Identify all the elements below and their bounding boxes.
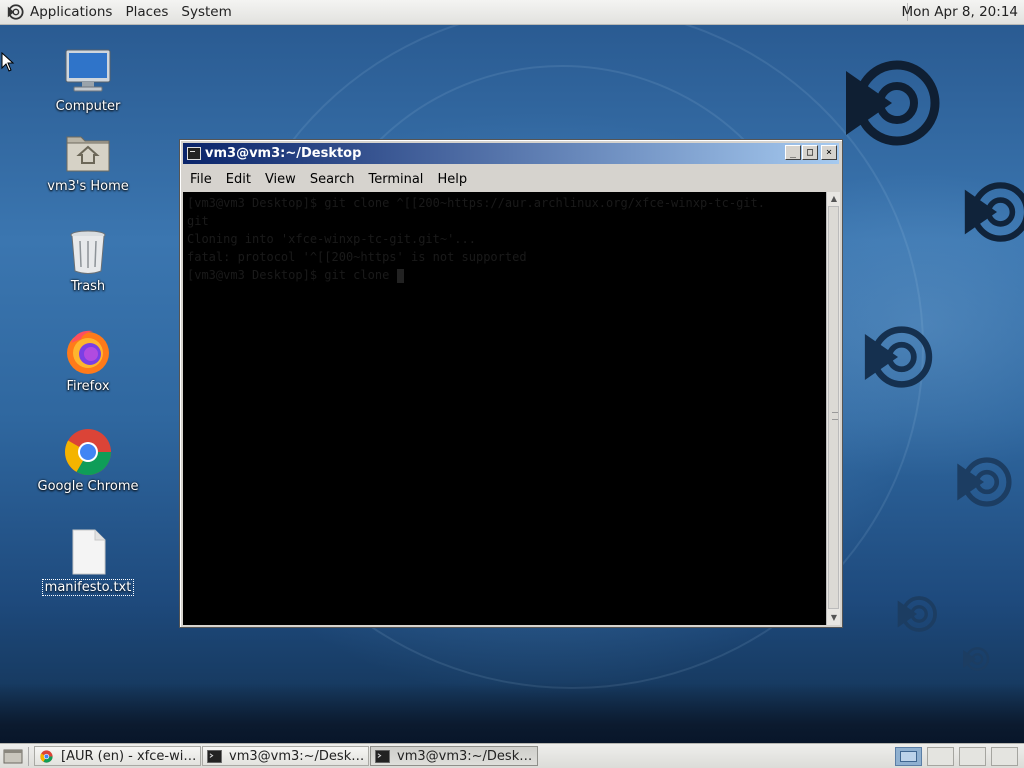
maximize-button[interactable]: □ <box>802 145 818 160</box>
desktop-icon-label: Firefox <box>66 379 110 394</box>
menu-file[interactable]: File <box>183 172 219 187</box>
show-desktop-icon[interactable] <box>3 747 23 765</box>
menu-view[interactable]: View <box>258 172 303 187</box>
terminal-window[interactable]: vm3@vm3:~/Desktop _ □ × File Edit View S… <box>179 139 843 628</box>
desktop-icon-label: Trash <box>70 279 106 294</box>
wallpaper-logo-icon <box>864 326 933 388</box>
desktop-icon-firefox[interactable]: Firefox <box>33 327 143 394</box>
wallpaper-logo-icon <box>964 182 1024 242</box>
menu-terminal[interactable]: Terminal <box>361 172 430 187</box>
taskbar-task-terminal-1[interactable]: vm3@vm3:~/Desktop <box>202 746 369 766</box>
terminal-line: Cloning into 'xfce-winxp-tc-git.git~'... <box>187 232 476 246</box>
wallpaper-logo-icon <box>897 596 937 632</box>
desktop-icon-chrome[interactable]: Google Chrome <box>33 427 143 494</box>
scrollbar-thumb[interactable] <box>828 206 839 609</box>
terminal-prompt-line: [vm3@vm3 Desktop]$ git clone <box>187 268 397 282</box>
taskbar-task-terminal-2[interactable]: vm3@vm3:~/Desktop <box>370 746 538 766</box>
taskbar-task-label: [AUR (en) - xfce-win... <box>61 748 200 764</box>
scroll-down-arrow-icon[interactable]: ▼ <box>827 611 841 625</box>
trash-icon <box>63 227 113 277</box>
top-panel: Applications Places System Mon Apr 8, 20… <box>0 0 1024 25</box>
taskbar-task-label: vm3@vm3:~/Desktop <box>229 748 368 764</box>
taskbar-task-chrome[interactable]: [AUR (en) - xfce-win... <box>34 746 201 766</box>
workspace-2[interactable] <box>927 747 954 766</box>
workspace-4[interactable] <box>991 747 1018 766</box>
panel-clock[interactable]: Mon Apr 8, 20:14 <box>902 4 1018 20</box>
wallpaper-logo-icon <box>963 647 990 671</box>
terminal-icon <box>375 749 390 763</box>
desktop-icon-trash[interactable]: Trash <box>33 227 143 294</box>
terminal-line: [vm3@vm3 Desktop]$ git clone ^[[200~http… <box>187 196 765 210</box>
system-menu[interactable]: System <box>181 4 231 20</box>
bottom-taskbar: [AUR (en) - xfce-win... vm3@vm3:~/Deskto… <box>0 743 1024 768</box>
desktop-icon-computer[interactable]: Computer <box>33 47 143 114</box>
window-titlebar[interactable]: vm3@vm3:~/Desktop _ □ × <box>183 143 839 164</box>
places-menu[interactable]: Places <box>125 4 168 20</box>
desktop-icon-label: manifesto.txt <box>41 579 135 596</box>
minimize-button[interactable]: _ <box>785 145 801 160</box>
chrome-icon <box>63 427 113 477</box>
desktop-icon-label: Google Chrome <box>37 479 139 494</box>
desktop-icon-label: Computer <box>55 99 121 114</box>
distro-logo-icon[interactable] <box>6 3 24 21</box>
terminal-menubar: File Edit View Search Terminal Help <box>183 166 474 192</box>
desktop-icon-home[interactable]: vm3's Home <box>33 127 143 194</box>
workspace-3[interactable] <box>959 747 986 766</box>
workspace-1[interactable] <box>895 747 922 766</box>
terminal-icon <box>207 749 222 763</box>
wallpaper-logo-icon <box>957 457 1012 507</box>
terminal-output[interactable]: [vm3@vm3 Desktop]$ git clone ^[[200~http… <box>183 192 826 625</box>
menu-search[interactable]: Search <box>303 172 362 187</box>
desktop-icon-manifesto[interactable]: manifesto.txt <box>33 527 143 596</box>
menu-help[interactable]: Help <box>430 172 474 187</box>
terminal-scrollbar[interactable]: ▲ ▼ <box>826 192 840 625</box>
terminal-cursor <box>396 268 404 283</box>
window-title: vm3@vm3:~/Desktop <box>205 146 362 161</box>
wallpaper-grass <box>0 683 1024 743</box>
terminal-line: git <box>187 214 209 228</box>
menu-edit[interactable]: Edit <box>219 172 258 187</box>
chrome-icon <box>40 749 53 763</box>
mouse-pointer-icon <box>1 52 15 72</box>
computer-icon <box>63 47 113 97</box>
desktop-icon-label: vm3's Home <box>47 179 129 194</box>
close-button[interactable]: × <box>821 145 837 160</box>
applications-menu[interactable]: Applications <box>30 4 112 20</box>
taskbar-separator <box>28 747 29 766</box>
terminal-icon <box>187 147 201 160</box>
terminal-line: fatal: protocol '^[[200~https' is not su… <box>187 250 527 264</box>
home-folder-icon <box>63 127 113 177</box>
text-file-icon <box>63 527 113 577</box>
wallpaper-logo-icon <box>846 60 940 146</box>
firefox-icon <box>63 327 113 377</box>
scroll-up-arrow-icon[interactable]: ▲ <box>827 192 841 206</box>
taskbar-task-label: vm3@vm3:~/Desktop <box>397 748 537 764</box>
